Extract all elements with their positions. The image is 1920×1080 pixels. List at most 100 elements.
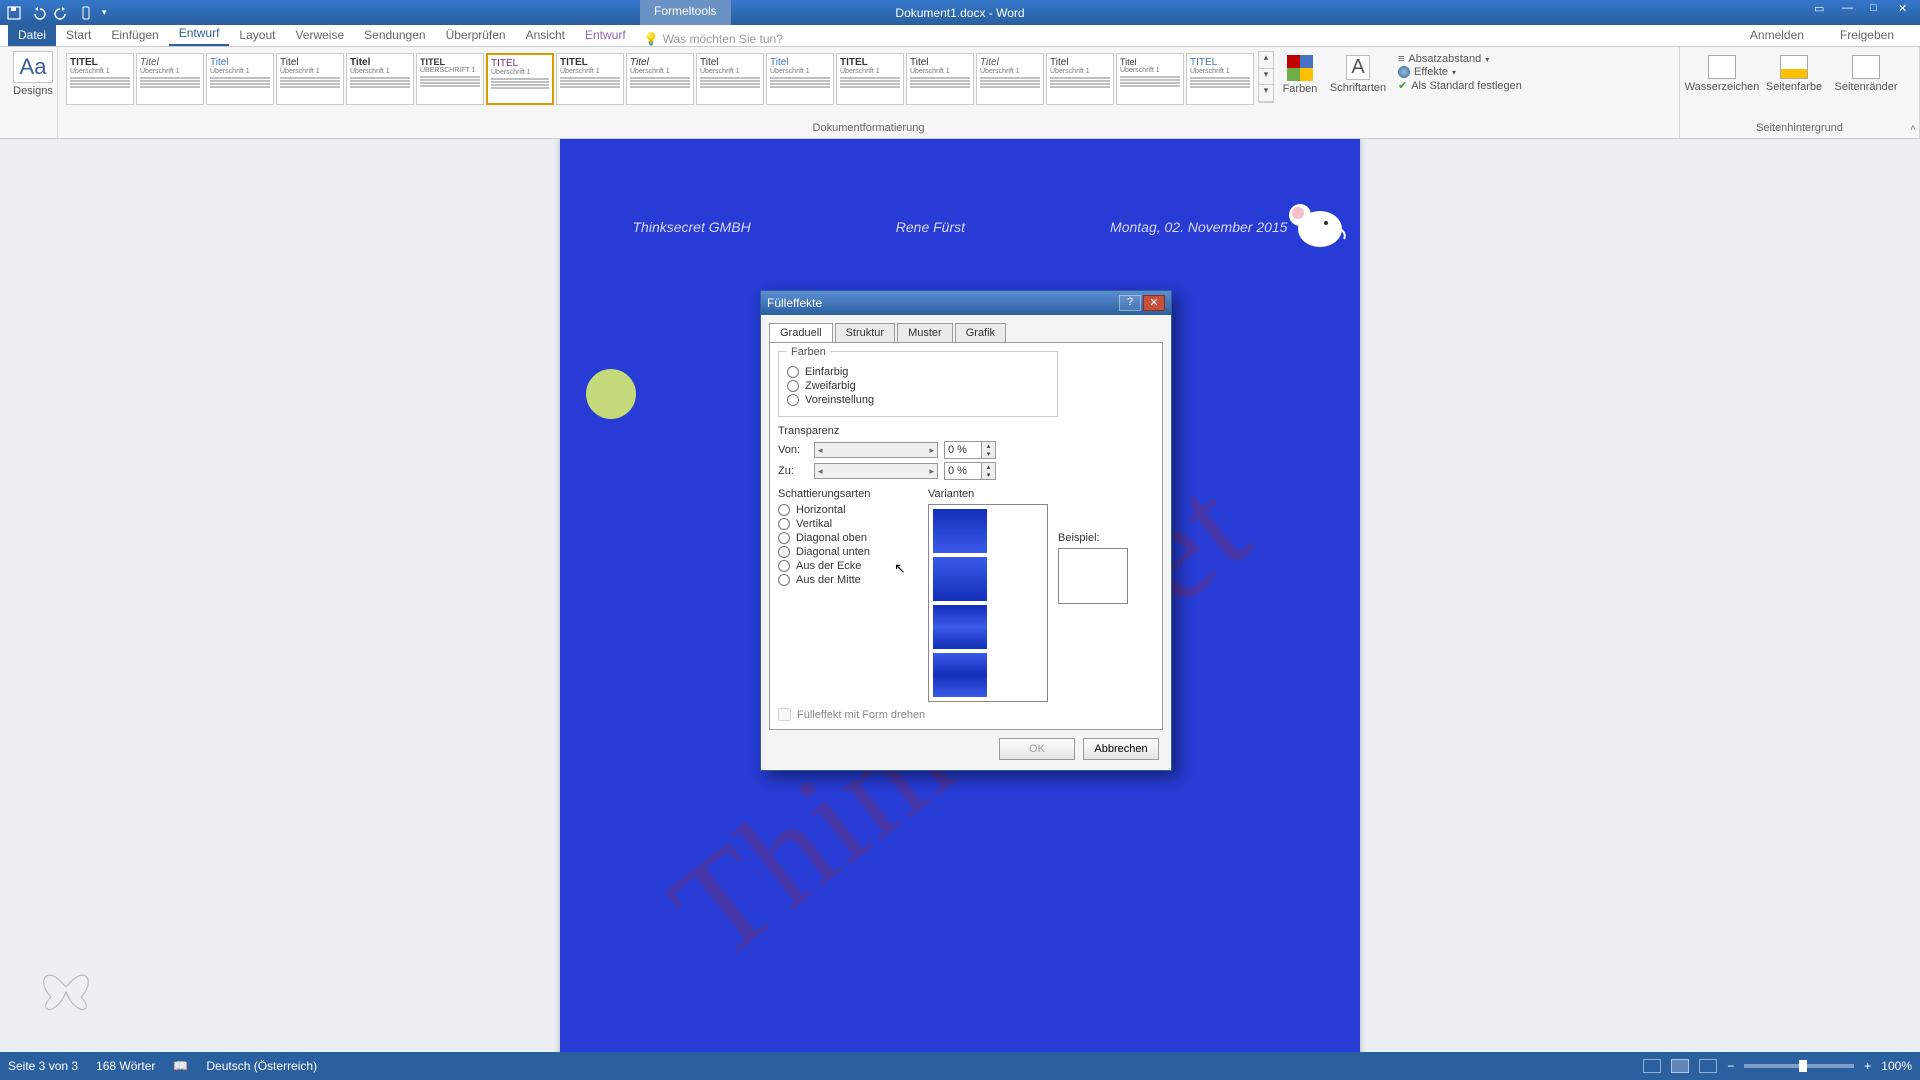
dialog-tab-gradient[interactable]: Graduell — [769, 323, 833, 342]
page-status[interactable]: Seite 3 von 3 — [8, 1059, 78, 1073]
qat-dropdown-icon[interactable]: ▾ — [102, 7, 107, 18]
word-count[interactable]: 168 Wörter — [96, 1059, 155, 1073]
tab-insert[interactable]: Einfügen — [101, 24, 168, 46]
radio-from-corner[interactable]: Aus der Ecke — [778, 560, 918, 572]
tab-references[interactable]: Verweise — [285, 24, 354, 46]
gallery-item[interactable]: TitelÜberschrift 1 — [906, 53, 974, 105]
touch-mode-icon[interactable] — [78, 5, 94, 21]
para-spacing-button[interactable]: ≡Absatzabstand▾ — [1398, 53, 1522, 65]
effects-button[interactable]: Effekte▾ — [1398, 66, 1522, 78]
page-header: Thinksecret GMBH Rene Fürst Montag, 02. … — [560, 219, 1360, 235]
radio-preset[interactable]: Voreinstellung — [787, 394, 1049, 406]
variant-2[interactable] — [933, 557, 987, 601]
from-scrollbar[interactable]: ◂▸ — [814, 442, 938, 458]
language-status[interactable]: Deutsch (Österreich) — [206, 1059, 317, 1073]
collapse-ribbon-icon[interactable]: ˄ — [1910, 123, 1916, 134]
ribbon: Aa Designs TITELÜberschrift 1TitelÜbersc… — [0, 47, 1920, 139]
tab-layout[interactable]: Layout — [229, 24, 285, 46]
page-borders-button[interactable]: Seitenränder — [1830, 51, 1902, 93]
tab-file[interactable]: Datei — [8, 24, 56, 46]
dialog-close-icon[interactable]: ✕ — [1143, 295, 1165, 311]
zoom-in-icon[interactable]: + — [1864, 1059, 1871, 1073]
gallery-item[interactable]: TitelÜberschrift 1 — [696, 53, 764, 105]
gallery-item[interactable]: TITELÜBERSCHRIFT 1 — [416, 53, 484, 105]
to-value[interactable]: 0 %▴▾ — [944, 462, 996, 480]
green-circle-shape[interactable] — [586, 369, 636, 419]
gallery-item[interactable]: TitelÜberschrift 1 — [1116, 53, 1184, 105]
maximize-icon[interactable]: □ — [1870, 2, 1888, 16]
colors-button[interactable]: Farben — [1274, 51, 1326, 95]
radio-one-color[interactable]: Einfarbig — [787, 366, 1049, 378]
tab-context-design[interactable]: Entwurf — [575, 24, 636, 46]
gallery-item[interactable]: TITELÜberschrift 1 — [66, 53, 134, 105]
tab-view[interactable]: Ansicht — [516, 24, 575, 46]
tell-me-search[interactable]: 💡 Was möchten Sie tun? — [644, 32, 783, 46]
gallery-item[interactable]: TitelÜberschrift 1 — [766, 53, 834, 105]
radio-vertical[interactable]: Vertikal — [778, 518, 918, 530]
radio-two-color[interactable]: Zweifarbig — [787, 380, 1049, 392]
gallery-item[interactable]: TitelÜberschrift 1 — [136, 53, 204, 105]
variant-1[interactable] — [933, 509, 987, 553]
dialog-tab-texture[interactable]: Struktur — [835, 323, 896, 342]
gallery-item[interactable]: TITELÜberschrift 1 — [836, 53, 904, 105]
dialog-help-icon[interactable]: ? — [1119, 295, 1141, 311]
variant-3[interactable] — [933, 605, 987, 649]
gallery-item[interactable]: TitelÜberschrift 1 — [346, 53, 414, 105]
ribbon-display-icon[interactable]: ▭ — [1814, 2, 1832, 16]
fonts-button[interactable]: A Schriftarten — [1326, 51, 1390, 94]
tab-mailings[interactable]: Sendungen — [354, 24, 435, 46]
to-label: Zu: — [778, 465, 808, 477]
close-icon[interactable]: ✕ — [1898, 2, 1916, 16]
zoom-value[interactable]: 100% — [1881, 1059, 1912, 1073]
set-default-button[interactable]: ✔Als Standard festlegen — [1398, 79, 1522, 92]
rotate-with-shape-checkbox[interactable]: Fülleffekt mit Form drehen — [778, 708, 1154, 721]
tab-start[interactable]: Start — [56, 24, 101, 46]
watermark-button[interactable]: Wasserzeichen — [1686, 51, 1758, 93]
gallery-item[interactable]: TitelÜberschrift 1 — [626, 53, 694, 105]
gallery-scroll[interactable]: ▴▾▾ — [1258, 51, 1274, 103]
radio-diag-down[interactable]: Diagonal unten — [778, 546, 918, 558]
gallery-item[interactable]: TitelÜberschrift 1 — [976, 53, 1044, 105]
spellcheck-icon[interactable]: 📖 — [173, 1059, 188, 1073]
radio-from-center[interactable]: Aus der Mitte — [778, 574, 918, 586]
dialog-tab-pattern[interactable]: Muster — [897, 323, 953, 342]
gallery-item[interactable]: TITELÜberschrift 1 — [556, 53, 624, 105]
zoom-slider[interactable] — [1744, 1064, 1854, 1068]
gallery-item[interactable]: TitelÜberschrift 1 — [206, 53, 274, 105]
cancel-button[interactable]: Abbrechen — [1083, 738, 1159, 760]
fill-effects-dialog: Fülleffekte ? ✕ Graduell Struktur Muster… — [760, 290, 1172, 771]
sample-group: Beispiel: — [1058, 488, 1128, 702]
variant-4[interactable] — [933, 653, 987, 697]
redo-icon[interactable] — [54, 5, 70, 21]
view-read-icon[interactable] — [1643, 1059, 1661, 1073]
to-scrollbar[interactable]: ◂▸ — [814, 463, 938, 479]
share-button[interactable]: Freigeben — [1830, 24, 1904, 46]
zoom-out-icon[interactable]: − — [1727, 1059, 1734, 1073]
tab-review[interactable]: Überprüfen — [436, 24, 516, 46]
radio-diag-up[interactable]: Diagonal oben — [778, 532, 918, 544]
variants-grid — [928, 504, 1048, 702]
gallery-item[interactable]: TitelÜberschrift 1 — [276, 53, 344, 105]
dialog-tab-picture[interactable]: Grafik — [955, 323, 1006, 342]
designs-button[interactable]: Aa Designs — [6, 51, 60, 97]
ok-button[interactable]: OK — [999, 738, 1075, 760]
view-print-icon[interactable] — [1671, 1059, 1689, 1073]
tab-design[interactable]: Entwurf — [169, 22, 230, 46]
page-color-button[interactable]: Seitenfarbe — [1758, 51, 1830, 93]
gallery-item[interactable]: TITELÜberschrift 1 — [486, 53, 554, 105]
lightbulb-icon: 💡 — [644, 32, 659, 46]
signin-link[interactable]: Anmelden — [1740, 24, 1814, 46]
view-web-icon[interactable] — [1699, 1059, 1717, 1073]
from-value[interactable]: 0 %▴▾ — [944, 441, 996, 459]
dialog-panel: Farben Einfarbig Zweifarbig Voreinstellu… — [769, 342, 1163, 730]
radio-horizontal[interactable]: Horizontal — [778, 504, 918, 516]
group-page-background: Wasserzeichen Seitenfarbe Seitenränder S… — [1680, 47, 1920, 138]
save-icon[interactable] — [6, 5, 22, 21]
gallery-item[interactable]: TITELÜberschrift 1 — [1186, 53, 1254, 105]
gallery-item[interactable]: TitelÜberschrift 1 — [1046, 53, 1114, 105]
style-gallery[interactable]: TITELÜberschrift 1TitelÜberschrift 1Tite… — [64, 51, 1256, 107]
minimize-icon[interactable]: — — [1842, 2, 1860, 16]
fonts-label: Schriftarten — [1330, 82, 1386, 94]
undo-icon[interactable] — [30, 5, 46, 21]
dialog-titlebar[interactable]: Fülleffekte ? ✕ — [761, 291, 1171, 315]
